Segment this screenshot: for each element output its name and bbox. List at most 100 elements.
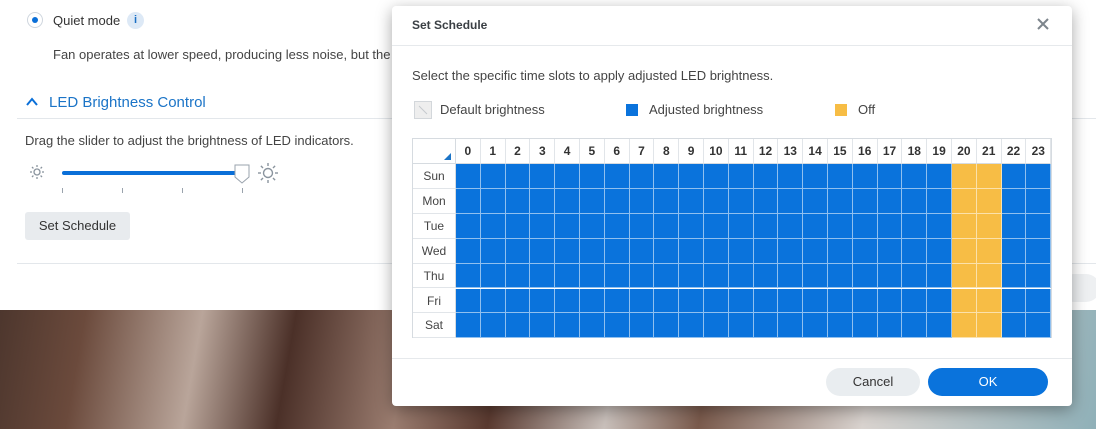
schedule-cell[interactable] — [952, 263, 977, 289]
schedule-cell[interactable] — [778, 263, 804, 289]
schedule-cell[interactable] — [456, 263, 481, 289]
schedule-cell[interactable] — [480, 213, 506, 239]
schedule-cell[interactable] — [778, 313, 804, 339]
schedule-cell[interactable] — [480, 188, 506, 214]
schedule-cell[interactable] — [555, 238, 580, 264]
schedule-cell[interactable] — [902, 263, 928, 289]
schedule-cell[interactable] — [704, 238, 729, 264]
day-header[interactable]: Mon — [413, 188, 456, 214]
hour-header[interactable]: 12 — [753, 139, 779, 164]
schedule-cell[interactable] — [530, 288, 556, 314]
schedule-cell[interactable] — [555, 188, 580, 214]
hour-header[interactable]: 3 — [530, 139, 556, 164]
schedule-cell[interactable] — [976, 164, 1002, 189]
schedule-cell[interactable] — [580, 213, 605, 239]
schedule-cell[interactable] — [828, 313, 853, 339]
schedule-cell[interactable] — [976, 288, 1002, 314]
schedule-cell[interactable] — [728, 213, 754, 239]
schedule-cell[interactable] — [604, 313, 630, 339]
schedule-cell[interactable] — [976, 313, 1002, 339]
schedule-cell[interactable] — [976, 188, 1002, 214]
hour-header[interactable]: 21 — [976, 139, 1002, 164]
schedule-cell[interactable] — [753, 288, 779, 314]
schedule-cell[interactable] — [604, 188, 630, 214]
hour-header[interactable]: 2 — [505, 139, 531, 164]
schedule-cell[interactable] — [530, 263, 556, 289]
schedule-cell[interactable] — [456, 238, 481, 264]
schedule-cell[interactable] — [976, 213, 1002, 239]
schedule-cell[interactable] — [877, 238, 903, 264]
schedule-cell[interactable] — [778, 164, 804, 189]
schedule-cell[interactable] — [803, 288, 828, 314]
hour-header[interactable]: 11 — [728, 139, 754, 164]
day-header[interactable]: Fri — [413, 288, 456, 314]
schedule-cell[interactable] — [952, 313, 977, 339]
hour-header[interactable]: 18 — [902, 139, 928, 164]
day-header[interactable]: Sat — [413, 313, 456, 339]
schedule-cell[interactable] — [828, 188, 853, 214]
schedule-cell[interactable] — [530, 238, 556, 264]
schedule-cell[interactable] — [704, 164, 729, 189]
schedule-cell[interactable] — [728, 164, 754, 189]
schedule-cell[interactable] — [679, 238, 704, 264]
schedule-cell[interactable] — [828, 238, 853, 264]
day-header[interactable]: Tue — [413, 213, 456, 239]
schedule-cell[interactable] — [728, 188, 754, 214]
schedule-cell[interactable] — [753, 213, 779, 239]
schedule-cell[interactable] — [927, 238, 952, 264]
schedule-cell[interactable] — [778, 188, 804, 214]
schedule-cell[interactable] — [1026, 263, 1052, 289]
schedule-cell[interactable] — [629, 164, 655, 189]
schedule-cell[interactable] — [505, 213, 531, 239]
schedule-cell[interactable] — [728, 263, 754, 289]
cancel-button[interactable]: Cancel — [826, 368, 920, 396]
schedule-cell[interactable] — [877, 213, 903, 239]
schedule-cell[interactable] — [1001, 288, 1027, 314]
schedule-cell[interactable] — [778, 238, 804, 264]
schedule-cell[interactable] — [704, 313, 729, 339]
schedule-cell[interactable] — [480, 263, 506, 289]
schedule-cell[interactable] — [555, 288, 580, 314]
brightness-slider-track[interactable] — [62, 171, 242, 175]
schedule-cell[interactable] — [704, 288, 729, 314]
schedule-cell[interactable] — [1026, 188, 1052, 214]
schedule-cell[interactable] — [728, 288, 754, 314]
brightness-slider-handle[interactable] — [234, 164, 250, 184]
schedule-cell[interactable] — [877, 164, 903, 189]
hour-header[interactable]: 22 — [1001, 139, 1027, 164]
hour-header[interactable]: 7 — [629, 139, 655, 164]
schedule-cell[interactable] — [555, 263, 580, 289]
schedule-cell[interactable] — [629, 238, 655, 264]
schedule-cell[interactable] — [654, 263, 680, 289]
schedule-cell[interactable] — [1026, 288, 1052, 314]
schedule-cell[interactable] — [902, 313, 928, 339]
schedule-cell[interactable] — [704, 188, 729, 214]
schedule-cell[interactable] — [1026, 238, 1052, 264]
schedule-cell[interactable] — [803, 188, 828, 214]
schedule-cell[interactable] — [456, 288, 481, 314]
schedule-cell[interactable] — [902, 164, 928, 189]
schedule-cell[interactable] — [629, 288, 655, 314]
schedule-cell[interactable] — [1001, 238, 1027, 264]
schedule-cell[interactable] — [480, 238, 506, 264]
schedule-cell[interactable] — [679, 288, 704, 314]
hour-header[interactable]: 20 — [952, 139, 977, 164]
schedule-cell[interactable] — [902, 213, 928, 239]
hour-header[interactable]: 13 — [778, 139, 804, 164]
schedule-cell[interactable] — [728, 313, 754, 339]
schedule-cell[interactable] — [778, 288, 804, 314]
ok-button[interactable]: OK — [928, 368, 1048, 396]
schedule-cell[interactable] — [852, 238, 878, 264]
schedule-cell[interactable] — [753, 238, 779, 264]
schedule-cell[interactable] — [1001, 164, 1027, 189]
schedule-cell[interactable] — [902, 188, 928, 214]
schedule-cell[interactable] — [828, 288, 853, 314]
schedule-cell[interactable] — [580, 188, 605, 214]
schedule-cell[interactable] — [604, 238, 630, 264]
hour-header[interactable]: 19 — [927, 139, 952, 164]
schedule-cell[interactable] — [654, 313, 680, 339]
hour-header[interactable]: 8 — [654, 139, 680, 164]
schedule-cell[interactable] — [877, 288, 903, 314]
schedule-cell[interactable] — [480, 313, 506, 339]
schedule-cell[interactable] — [803, 213, 828, 239]
